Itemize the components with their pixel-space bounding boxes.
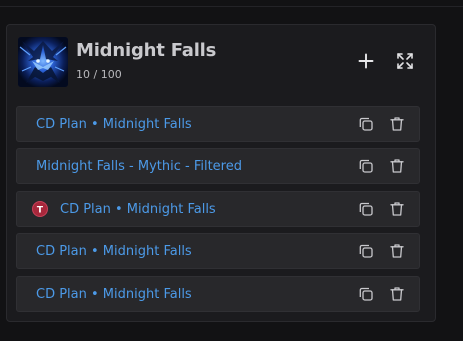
trash-icon[interactable] (388, 157, 406, 175)
raid-title: Midnight Falls (76, 40, 217, 61)
plus-icon (358, 53, 374, 69)
trash-icon[interactable] (388, 115, 406, 133)
plan-row[interactable]: T CD Plan • Midnight Falls (16, 191, 420, 227)
add-plan-button[interactable] (355, 50, 377, 72)
plan-name[interactable]: CD Plan • Midnight Falls (36, 287, 192, 302)
trash-icon[interactable] (388, 242, 406, 260)
plan-row[interactable]: CD Plan • Midnight Falls (16, 233, 420, 269)
plan-row[interactable]: CD Plan • Midnight Falls (16, 106, 420, 142)
copy-icon[interactable] (357, 200, 375, 218)
expand-button[interactable] (394, 50, 416, 72)
copy-icon[interactable] (357, 115, 375, 133)
raid-plans-panel: Midnight Falls 10 / 100 CD Plan • Midnig… (6, 24, 436, 322)
plan-row[interactable]: CD Plan • Midnight Falls (16, 276, 420, 312)
trash-icon[interactable] (388, 200, 406, 218)
badge-letter: T (37, 206, 44, 216)
plan-name[interactable]: CD Plan • Midnight Falls (36, 244, 192, 259)
trash-icon[interactable] (388, 285, 406, 303)
author-badge: T (32, 201, 48, 217)
copy-icon[interactable] (357, 157, 375, 175)
plan-name[interactable]: CD Plan • Midnight Falls (36, 117, 192, 132)
panel-header: Midnight Falls 10 / 100 (7, 25, 435, 97)
expand-icon (397, 53, 413, 69)
plan-name[interactable]: CD Plan • Midnight Falls (60, 202, 216, 217)
raid-thumbnail (18, 37, 68, 87)
plan-count: 10 / 100 (76, 68, 122, 81)
copy-icon[interactable] (357, 242, 375, 260)
plan-row[interactable]: Midnight Falls - Mythic - Filtered (16, 148, 420, 184)
plan-name[interactable]: Midnight Falls - Mythic - Filtered (36, 159, 242, 174)
top-divider (0, 6, 463, 7)
copy-icon[interactable] (357, 285, 375, 303)
